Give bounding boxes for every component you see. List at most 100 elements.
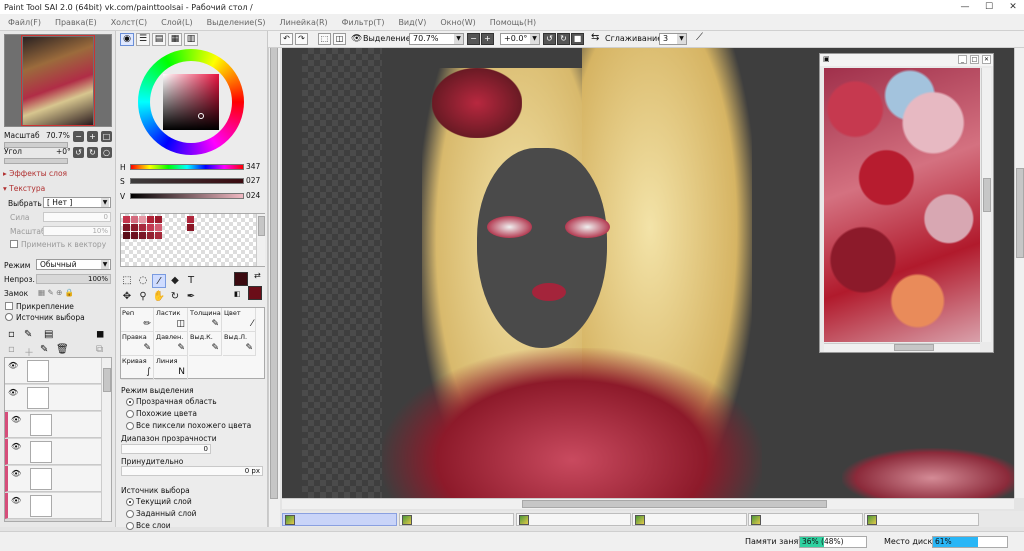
brush-pressure[interactable]: Давлен. ✎ <box>155 332 188 356</box>
layer-effects-header[interactable]: ▸ Эффекты слоя <box>3 169 67 178</box>
clipping-checkbox[interactable] <box>5 302 13 310</box>
color-swatches[interactable] <box>120 213 265 267</box>
layer-list[interactable]: 👁 👁 👁 👁 👁 👁 <box>4 357 112 522</box>
tool-panel-scroll-thumb[interactable] <box>270 39 278 499</box>
navigator-preview[interactable] <box>4 34 112 127</box>
value-slider[interactable] <box>130 193 244 199</box>
ref-minimize-button[interactable]: _ <box>958 55 967 64</box>
layer-row[interactable]: 👁 <box>5 439 101 465</box>
eye-icon[interactable]: 👁 <box>351 34 362 44</box>
ref-hscroll[interactable] <box>824 343 980 352</box>
ref-vscroll-thumb[interactable] <box>983 178 991 212</box>
canvas-vscroll[interactable] <box>1014 48 1024 498</box>
minimize-button[interactable]: — <box>958 2 972 12</box>
swatches-scroll-thumb[interactable] <box>258 216 265 236</box>
zoom-combo[interactable]: 70.7% ▼ <box>409 33 464 45</box>
ref-vscroll[interactable] <box>981 68 991 342</box>
menu-ruler[interactable]: Линейка(R) <box>280 18 328 27</box>
rotate-icon[interactable]: ↻ <box>168 290 182 304</box>
menu-view[interactable]: Вид(V) <box>398 18 426 27</box>
flip-icon[interactable]: ⇆ <box>591 32 599 43</box>
brush-color[interactable]: Цвет ⁄ <box>223 308 256 332</box>
sliders-icon[interactable]: ☰ <box>136 33 150 46</box>
swatch[interactable] <box>147 224 154 231</box>
swatches-scrollbar[interactable] <box>256 214 265 266</box>
swatch[interactable] <box>131 216 138 223</box>
redo-icon[interactable]: ↷ <box>295 33 308 45</box>
swatch[interactable] <box>187 224 194 231</box>
mode-all-similar-radio[interactable] <box>126 422 134 430</box>
zoom-reset-button[interactable]: □ <box>101 131 112 142</box>
mode-similar-radio[interactable] <box>126 410 134 418</box>
menu-edit[interactable]: Правка(E) <box>55 18 97 27</box>
canvas-hscroll-thumb[interactable] <box>522 500 827 508</box>
swatch[interactable] <box>131 232 138 239</box>
brush-pen[interactable]: Реп ✏ <box>121 308 154 332</box>
rotate-right-icon[interactable]: ↻ <box>557 33 570 45</box>
duplicate-layer-icon[interactable]: ⧉ <box>96 344 103 355</box>
menu-filter[interactable]: Фильтр(T) <box>342 18 385 27</box>
doc-tab[interactable] <box>864 513 979 526</box>
stabilizer-line-icon[interactable]: ⟋ <box>696 32 703 43</box>
layer-list-scroll-thumb[interactable] <box>103 368 111 392</box>
wheel-icon[interactable]: ◉ <box>120 33 134 46</box>
swap-colors-icon[interactable]: ⇄ <box>254 271 261 280</box>
undo-icon[interactable]: ↶ <box>280 33 293 45</box>
brush-select-l[interactable]: Выд.Л. ✎ <box>223 332 256 356</box>
menu-selection[interactable]: Выделение(S) <box>207 18 266 27</box>
hue-slider[interactable] <box>130 164 244 170</box>
blend-mode-combo[interactable]: Обычный ▼ <box>36 259 111 270</box>
eye-icon[interactable]: 👁 <box>11 469 23 479</box>
eye-icon[interactable]: 👁 <box>8 361 20 371</box>
clear-layer-icon[interactable]: ✎ <box>40 344 48 355</box>
navigator-viewport-frame[interactable] <box>21 35 95 126</box>
eye-icon[interactable]: 👁 <box>11 442 23 452</box>
angle-combo[interactable]: +0.0° ▼ <box>500 33 540 45</box>
brush-select-k[interactable]: Выд.К. ✎ <box>189 332 222 356</box>
menu-file[interactable]: Файл(F) <box>8 18 41 27</box>
canvas-hscroll[interactable] <box>282 498 1014 509</box>
zoom-in-button[interactable]: + <box>87 131 98 142</box>
menu-canvas[interactable]: Холст(C) <box>111 18 147 27</box>
layer-row[interactable]: 👁 <box>5 385 101 411</box>
swatch[interactable] <box>147 216 154 223</box>
smoothing-combo[interactable]: 3 ▼ <box>659 33 687 45</box>
doc-tab[interactable] <box>282 513 397 526</box>
ref-hscroll-thumb[interactable] <box>894 344 934 351</box>
texture-strength-field[interactable]: 0 <box>43 212 111 222</box>
deselect-icon[interactable]: ⬚ <box>318 33 331 45</box>
menu-help[interactable]: Помощь(H) <box>490 18 536 27</box>
saturation-value-square[interactable] <box>163 74 219 130</box>
move-icon[interactable]: ✥ <box>120 290 134 304</box>
nav-angle-slider[interactable] <box>4 158 68 164</box>
texture-header[interactable]: ▾ Текстура <box>3 184 45 193</box>
swatch[interactable] <box>147 232 154 239</box>
reset-colors-icon[interactable]: ◧ <box>234 290 241 298</box>
tool-panel-scrollbar[interactable] <box>268 31 280 527</box>
texture-select-combo[interactable]: [ Нет ] ▼ <box>43 197 111 208</box>
swatch[interactable] <box>139 216 146 223</box>
color-picker-cursor[interactable] <box>198 113 204 119</box>
background-color[interactable] <box>248 286 262 300</box>
doc-tab[interactable] <box>748 513 863 526</box>
menu-window[interactable]: Окно(W) <box>440 18 475 27</box>
mixer-icon[interactable]: ▥ <box>184 33 198 46</box>
swatch[interactable] <box>123 232 130 239</box>
swatch[interactable] <box>155 216 162 223</box>
reference-window[interactable]: ▣ _ □ ✕ <box>819 53 994 353</box>
mask-layer-icon[interactable]: ◼ <box>96 329 104 340</box>
zoom-icon[interactable]: ⚲ <box>136 290 150 304</box>
color-wheel[interactable] <box>138 49 244 155</box>
source-specified-radio[interactable] <box>126 510 134 518</box>
texture-scale-field[interactable]: 10% <box>43 226 111 236</box>
transparency-range-field[interactable]: 0 <box>121 444 211 454</box>
ref-close-button[interactable]: ✕ <box>982 55 991 64</box>
layer-row[interactable]: 👁 <box>5 493 101 519</box>
canvas-vscroll-thumb[interactable] <box>1016 168 1024 258</box>
rect-select-icon[interactable]: ⬚ <box>120 274 134 288</box>
rotate-reset-icon[interactable]: ■ <box>571 33 584 45</box>
menu-layer[interactable]: Слой(L) <box>161 18 193 27</box>
saturation-slider[interactable] <box>130 178 244 184</box>
rotate-left-icon[interactable]: ↺ <box>543 33 556 45</box>
close-button[interactable]: ✕ <box>1006 2 1020 12</box>
